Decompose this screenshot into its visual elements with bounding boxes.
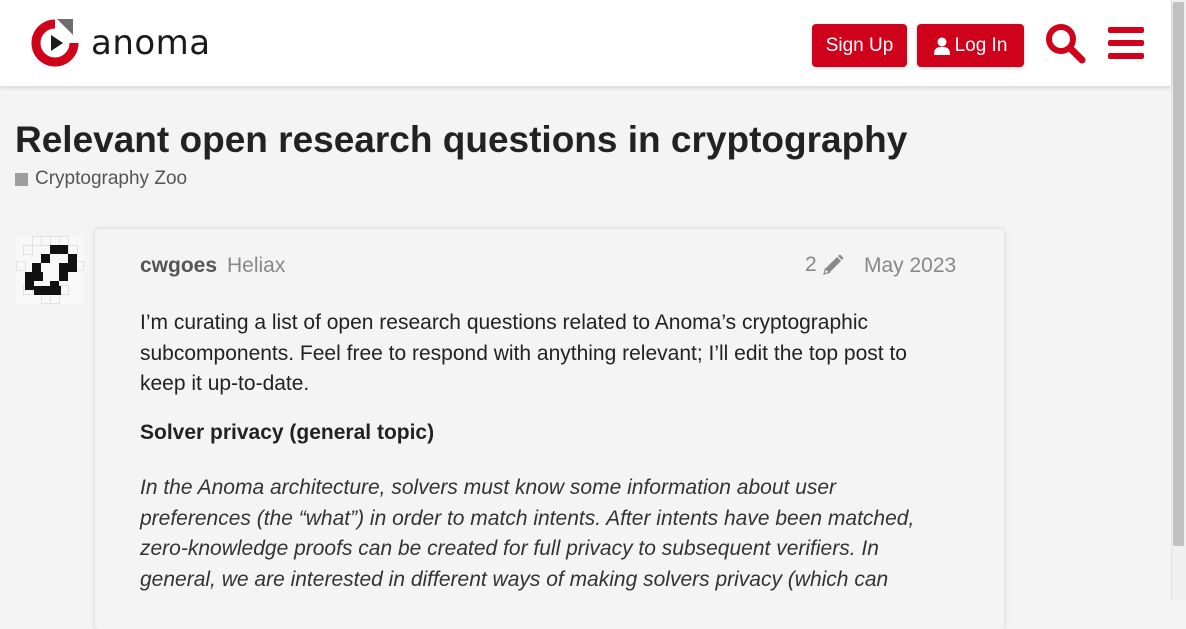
category-badge[interactable]: Cryptography Zoo xyxy=(15,168,187,190)
category-color-swatch xyxy=(15,172,28,186)
post-user-group[interactable]: Heliax xyxy=(227,254,285,278)
anoma-logo-icon xyxy=(31,17,81,67)
sign-up-label: Sign Up xyxy=(825,34,894,56)
sign-up-button[interactable]: Sign Up xyxy=(812,24,907,67)
logo-wordmark: anoma xyxy=(91,23,211,63)
post-paragraph-italic: In the Anoma architecture, solvers must … xyxy=(140,476,915,591)
post-date[interactable]: May 2023 xyxy=(864,254,956,278)
site-header: anoma Sign Up Log In xyxy=(0,0,1171,86)
pencil-icon xyxy=(822,254,844,275)
log-in-label: Log In xyxy=(954,34,1008,56)
section-heading: Solver privacy (general topic) xyxy=(140,421,435,444)
edit-count: 2 xyxy=(805,253,817,276)
topic-title[interactable]: Relevant open research questions in cryp… xyxy=(15,119,907,161)
category-name: Cryptography Zoo xyxy=(35,168,188,189)
search-icon[interactable] xyxy=(1044,22,1086,69)
scrollbar-thumb[interactable] xyxy=(1173,2,1184,546)
post-paragraph: I’m curating a list of open research que… xyxy=(140,311,907,395)
post-username[interactable]: cwgoes xyxy=(140,254,217,278)
log-in-button[interactable]: Log In xyxy=(917,24,1024,67)
user-icon xyxy=(933,37,950,55)
edit-history-button[interactable]: 2 xyxy=(805,253,844,277)
site-logo[interactable]: anoma xyxy=(29,17,211,69)
hamburger-menu-icon[interactable] xyxy=(1107,25,1145,66)
avatar[interactable] xyxy=(16,236,84,309)
